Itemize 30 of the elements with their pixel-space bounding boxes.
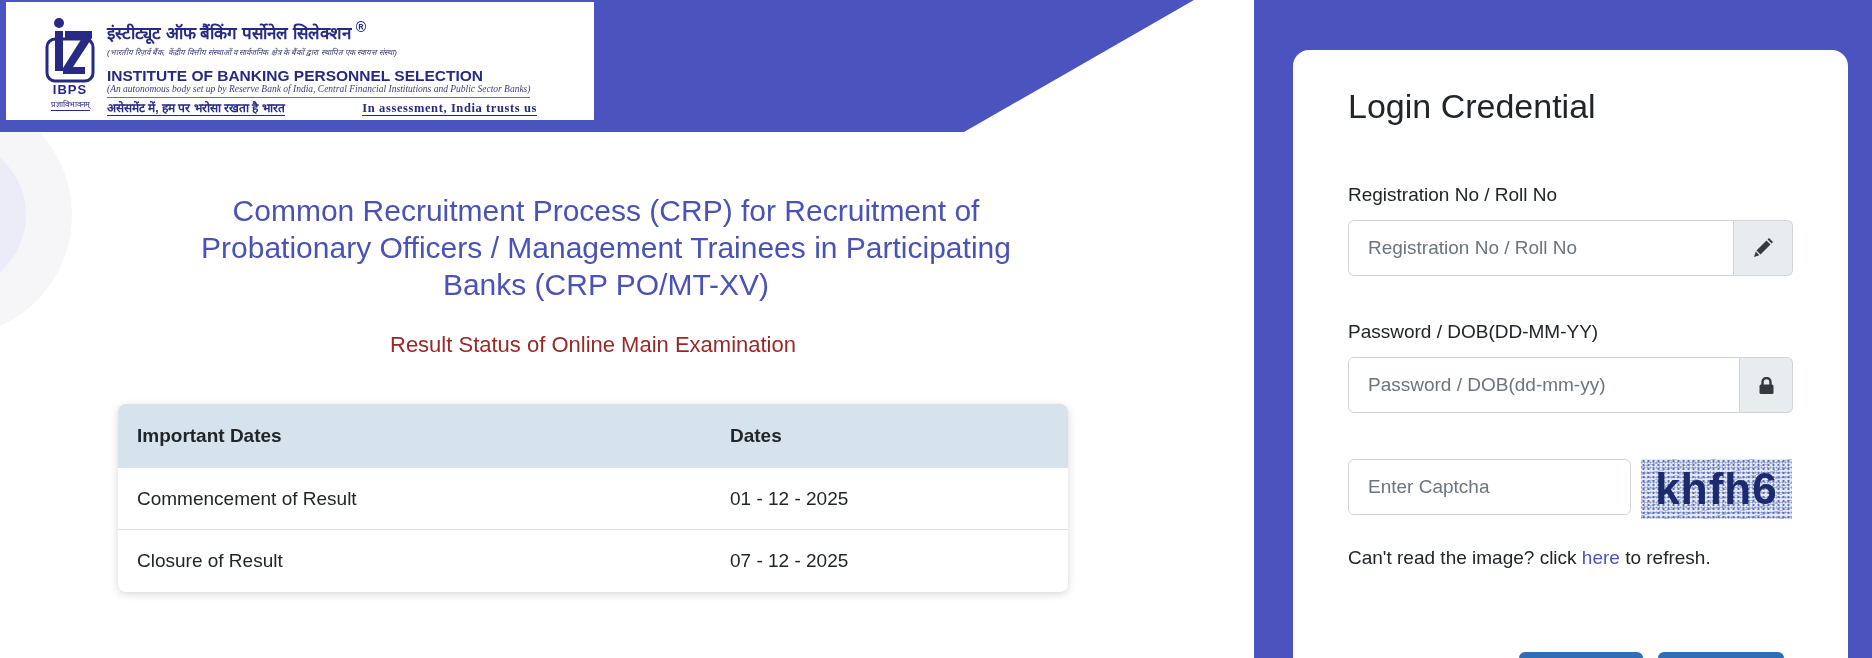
english-description: (An autonomous body set up by Reserve Bank of India, Central Financial Institutions and Public Sector Banks)	[107, 83, 531, 98]
refresh-link[interactable]: here	[1581, 547, 1620, 568]
registration-field[interactable]: Registration No / Roll No	[1348, 220, 1734, 276]
english-slogan: In assessment, India trusts us	[362, 101, 537, 116]
refresh-hint-text: Can't read the image? click here to refresh.	[1348, 546, 1711, 570]
emblem-motto: प्रज्ञाविभावनम्	[50, 99, 90, 111]
hindi-name: इंस्टीट्यूट ऑफ बैंकिंग पर्सोनेल सिलेक्शन $^{®}$	[107, 18, 367, 44]
emblem-label: IBPS	[52, 83, 88, 96]
column-header: Dates	[711, 404, 1068, 468]
table-cell: Closure of Result	[118, 529, 711, 592]
login-title: Login Credential	[1348, 86, 1596, 126]
password-field[interactable]: Password / DOB(dd-mm-yy)	[1348, 357, 1740, 413]
hindi-slogan: असेसमेंट में, हम पर भरोसा रखता है भारत	[107, 101, 285, 116]
captcha-field[interactable]: Enter Captcha	[1348, 459, 1631, 515]
page-title: Common Recruitment Process (CRP) for Recruitment of Probationary Officers / Management Trainees in Participating Banks (CRP PO/MT-XV)	[200, 193, 1012, 303]
action-button[interactable]	[1658, 652, 1784, 658]
captcha-image: khfh6	[1641, 459, 1792, 519]
lock-icon	[1740, 357, 1793, 413]
column-header: Important Dates	[118, 404, 711, 468]
english-name: INSTITUTE OF BANKING PERSONNEL SELECTION	[107, 67, 484, 84]
table-cell: Commencement of Result	[118, 467, 711, 530]
field-label: Registration No / Roll No	[1348, 183, 1558, 207]
pencil-icon	[1734, 220, 1793, 276]
page-subtitle: Result Status of Online Main Examination	[390, 331, 796, 359]
table-cell: 07 - 12 - 2025	[711, 529, 1068, 592]
field-label: Password / DOB(DD-MM-YY)	[1348, 320, 1599, 344]
action-button[interactable]	[1519, 652, 1643, 658]
emblem-icon	[45, 17, 95, 83]
hindi-description: (भारतीय रिज़र्व बैंक, केंद्रीय वित्तीय संस्थाओं व सार्वजनिक क्षेत्र के बैंकों द्वारा स्थापित एक स्वायत्त संस्था)	[107, 47, 397, 58]
table-cell: 01 - 12 - 2025	[711, 467, 1068, 530]
